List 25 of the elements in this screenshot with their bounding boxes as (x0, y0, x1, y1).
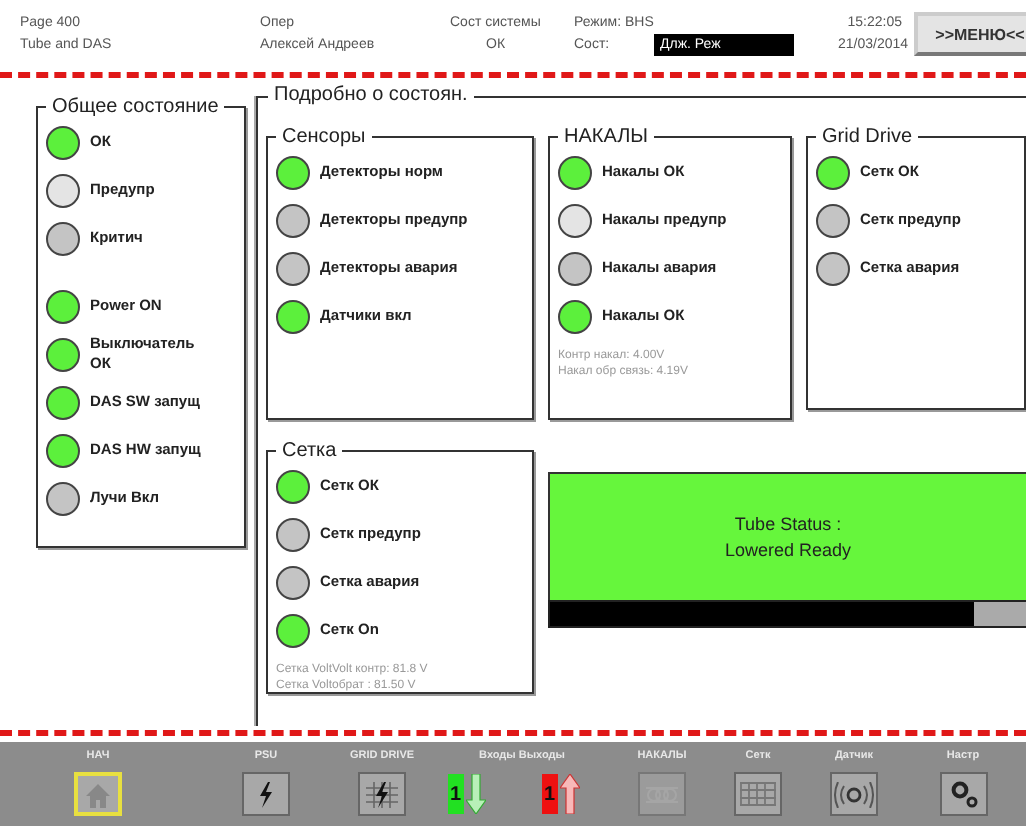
group-title: Общее состояние (50, 96, 221, 118)
house-icon (84, 781, 112, 807)
tube-status-text: Lowered Ready (724, 537, 852, 563)
panel-title: Подробно о состоян. (268, 84, 474, 106)
mesh-icon (740, 782, 776, 806)
nav-button[interactable] (358, 772, 406, 816)
arrow-down-icon (465, 774, 486, 814)
menu-button[interactable]: >>МЕНЮ<< (914, 12, 1026, 56)
group-title: Grid Drive (820, 126, 915, 148)
count-badge: 1 (448, 774, 464, 814)
gears-icon (949, 780, 977, 808)
grid-lightning-icon (366, 781, 398, 807)
nav-button[interactable]: 1 (448, 772, 496, 816)
sensor-icon (834, 781, 874, 807)
arrow-up-icon (559, 774, 580, 814)
count-badge: 1 (542, 774, 558, 814)
tube-status-text: Tube Status : (734, 511, 842, 537)
nav-button[interactable]: 1 (542, 772, 590, 816)
group-title: НАКАЛЫ (562, 126, 651, 148)
nav-button[interactable] (242, 772, 290, 816)
nav-button[interactable] (830, 772, 878, 816)
lightning-icon (258, 781, 274, 807)
nav-button[interactable] (939, 772, 987, 816)
group-title: Сенсоры (280, 126, 368, 148)
group-title: Сетка (280, 440, 339, 462)
